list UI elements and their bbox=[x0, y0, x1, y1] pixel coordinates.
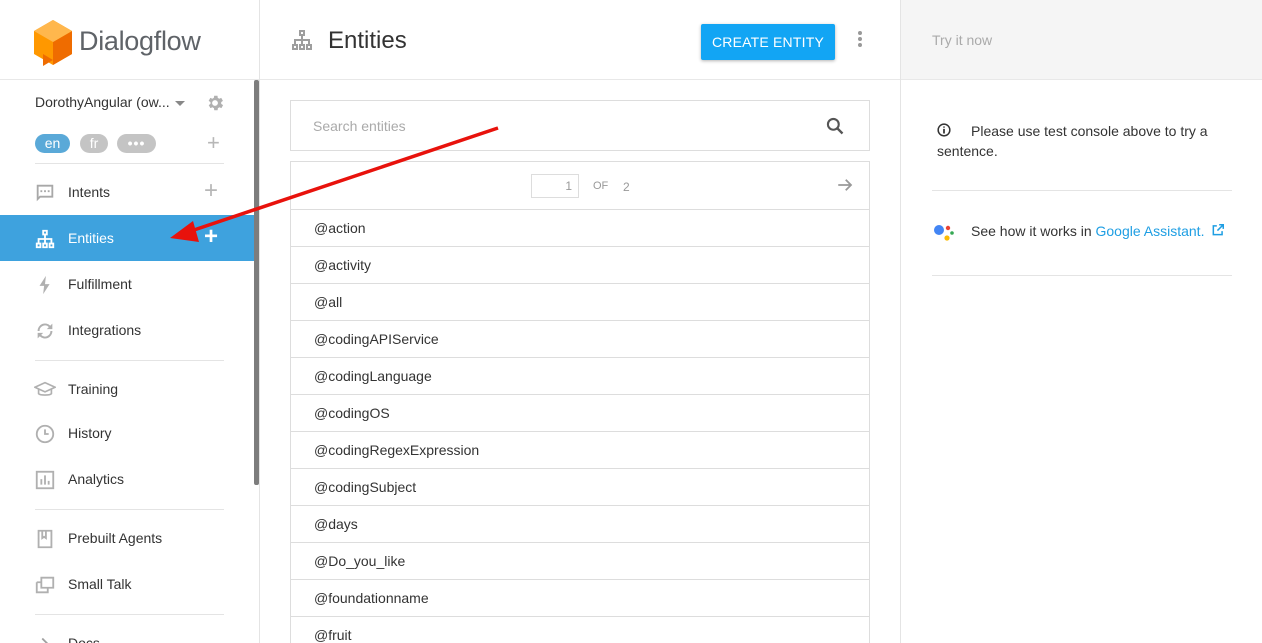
entity-list: 1 OF 2 @action @activity @all @codingAPI… bbox=[290, 161, 870, 643]
ga-suffix: . bbox=[1200, 223, 1205, 239]
google-assistant-message: See how it works in Google Assistant. bbox=[971, 223, 1225, 239]
try-it-now-input[interactable]: Try it now bbox=[932, 32, 992, 48]
add-entity-icon[interactable]: + bbox=[204, 225, 218, 249]
sidebar-scrollbar[interactable] bbox=[254, 80, 259, 485]
lang-chip-en[interactable]: en bbox=[35, 134, 70, 153]
sidebar: Dialogflow DorothyAngular (ow... en fr •… bbox=[0, 0, 260, 643]
entity-row[interactable]: @codingSubject bbox=[291, 469, 869, 506]
sidebar-item-entities[interactable]: Entities + bbox=[0, 215, 254, 261]
entity-row[interactable]: @days bbox=[291, 506, 869, 543]
search-input[interactable] bbox=[313, 115, 793, 137]
sidebar-item-label: Small Talk bbox=[68, 576, 132, 592]
sidebar-item-training[interactable]: Training bbox=[0, 366, 254, 412]
sidebar-item-docs[interactable]: Docs bbox=[0, 620, 254, 643]
sidebar-item-label: Entities bbox=[68, 230, 114, 246]
info-message: Please use test console above to try a s… bbox=[937, 121, 1227, 161]
entity-row[interactable]: @foundationname bbox=[291, 580, 869, 617]
sitemap-icon bbox=[292, 30, 312, 50]
entity-row[interactable]: @all bbox=[291, 284, 869, 321]
sidebar-item-integrations[interactable]: Integrations bbox=[0, 307, 254, 353]
divider bbox=[35, 360, 224, 361]
gear-icon[interactable] bbox=[205, 93, 225, 113]
clock-icon bbox=[35, 424, 55, 444]
sidebar-item-label: Fulfillment bbox=[68, 276, 132, 292]
add-language-icon[interactable]: + bbox=[207, 132, 220, 154]
logo[interactable]: Dialogflow bbox=[0, 0, 259, 80]
test-console-panel: Try it now Please use test console above… bbox=[900, 0, 1262, 643]
agent-name: DorothyAngular (ow... bbox=[35, 94, 170, 110]
pager-of-label: OF bbox=[593, 180, 609, 192]
chat-bubble-icon bbox=[36, 184, 54, 202]
divider bbox=[35, 614, 224, 615]
external-link-icon[interactable] bbox=[1211, 223, 1225, 237]
chat-stack-icon bbox=[35, 576, 55, 594]
entity-row[interactable]: @fruit bbox=[291, 617, 869, 643]
sidebar-item-intents[interactable]: Intents + bbox=[0, 169, 254, 215]
sidebar-item-label: Integrations bbox=[68, 322, 142, 338]
search-icon[interactable] bbox=[825, 116, 845, 136]
divider bbox=[932, 275, 1232, 276]
language-chips: en fr ••• + bbox=[35, 132, 225, 154]
lightning-icon bbox=[39, 275, 50, 295]
sidebar-item-label: Intents bbox=[68, 184, 111, 200]
arrow-right-icon[interactable] bbox=[836, 176, 854, 194]
sidebar-item-label: Prebuilt Agents bbox=[68, 530, 163, 546]
total-pages: 2 bbox=[623, 180, 630, 194]
brand-name: Dialogflow bbox=[79, 26, 201, 56]
entity-row[interactable]: @action bbox=[291, 210, 869, 247]
sidebar-item-history[interactable]: History bbox=[0, 410, 254, 456]
sidebar-item-small-talk[interactable]: Small Talk bbox=[0, 561, 254, 607]
sitemap-icon bbox=[35, 229, 55, 249]
entity-row[interactable]: @codingOS bbox=[291, 395, 869, 432]
divider bbox=[35, 509, 224, 510]
divider bbox=[932, 190, 1232, 191]
dialogflow-logo-icon bbox=[34, 20, 72, 66]
sidebar-item-fulfillment[interactable]: Fulfillment bbox=[0, 261, 254, 307]
google-assistant-icon bbox=[934, 225, 954, 241]
sidebar-item-label: Training bbox=[68, 381, 119, 397]
ga-prefix: See how it works in bbox=[971, 223, 1096, 239]
sidebar-item-analytics[interactable]: Analytics bbox=[0, 456, 254, 502]
lang-chip-fr[interactable]: fr bbox=[80, 134, 108, 153]
page-header: Entities CREATE ENTITY bbox=[260, 0, 900, 80]
entity-row[interactable]: @codingAPIService bbox=[291, 321, 869, 358]
more-options-icon[interactable] bbox=[857, 31, 863, 49]
create-entity-button[interactable]: CREATE ENTITY bbox=[701, 24, 835, 60]
sidebar-item-label: History bbox=[68, 425, 112, 441]
sidebar-item-label: Docs bbox=[68, 635, 100, 643]
entity-row[interactable]: @codingLanguage bbox=[291, 358, 869, 395]
caret-down-icon[interactable] bbox=[175, 101, 185, 106]
sync-icon bbox=[37, 323, 53, 339]
entity-row[interactable]: @activity bbox=[291, 247, 869, 284]
page-number-input[interactable]: 1 bbox=[531, 174, 579, 198]
chevron-right-icon bbox=[41, 637, 49, 643]
sidebar-item-label: Analytics bbox=[68, 471, 125, 487]
try-it-now-bar[interactable]: Try it now bbox=[901, 0, 1262, 80]
main-content: Entities CREATE ENTITY 1 OF 2 @action @a… bbox=[260, 0, 900, 643]
info-text: Please use test console above to try a s… bbox=[937, 123, 1208, 159]
divider bbox=[35, 163, 224, 164]
pagination: 1 OF 2 bbox=[291, 162, 869, 210]
entity-row[interactable]: @codingRegexExpression bbox=[291, 432, 869, 469]
agent-selector[interactable]: DorothyAngular (ow... bbox=[35, 93, 230, 113]
lang-chip-more[interactable]: ••• bbox=[117, 134, 156, 153]
google-assistant-link[interactable]: Google Assistant bbox=[1096, 223, 1201, 239]
page-title: Entities bbox=[328, 27, 407, 54]
entity-row[interactable]: @Do_you_like bbox=[291, 543, 869, 580]
add-intent-icon[interactable]: + bbox=[204, 179, 218, 203]
book-icon bbox=[37, 529, 53, 549]
sidebar-item-prebuilt-agents[interactable]: Prebuilt Agents bbox=[0, 515, 254, 561]
graduation-cap-icon bbox=[34, 381, 56, 396]
bar-chart-icon bbox=[35, 470, 55, 490]
search-container bbox=[290, 100, 870, 151]
